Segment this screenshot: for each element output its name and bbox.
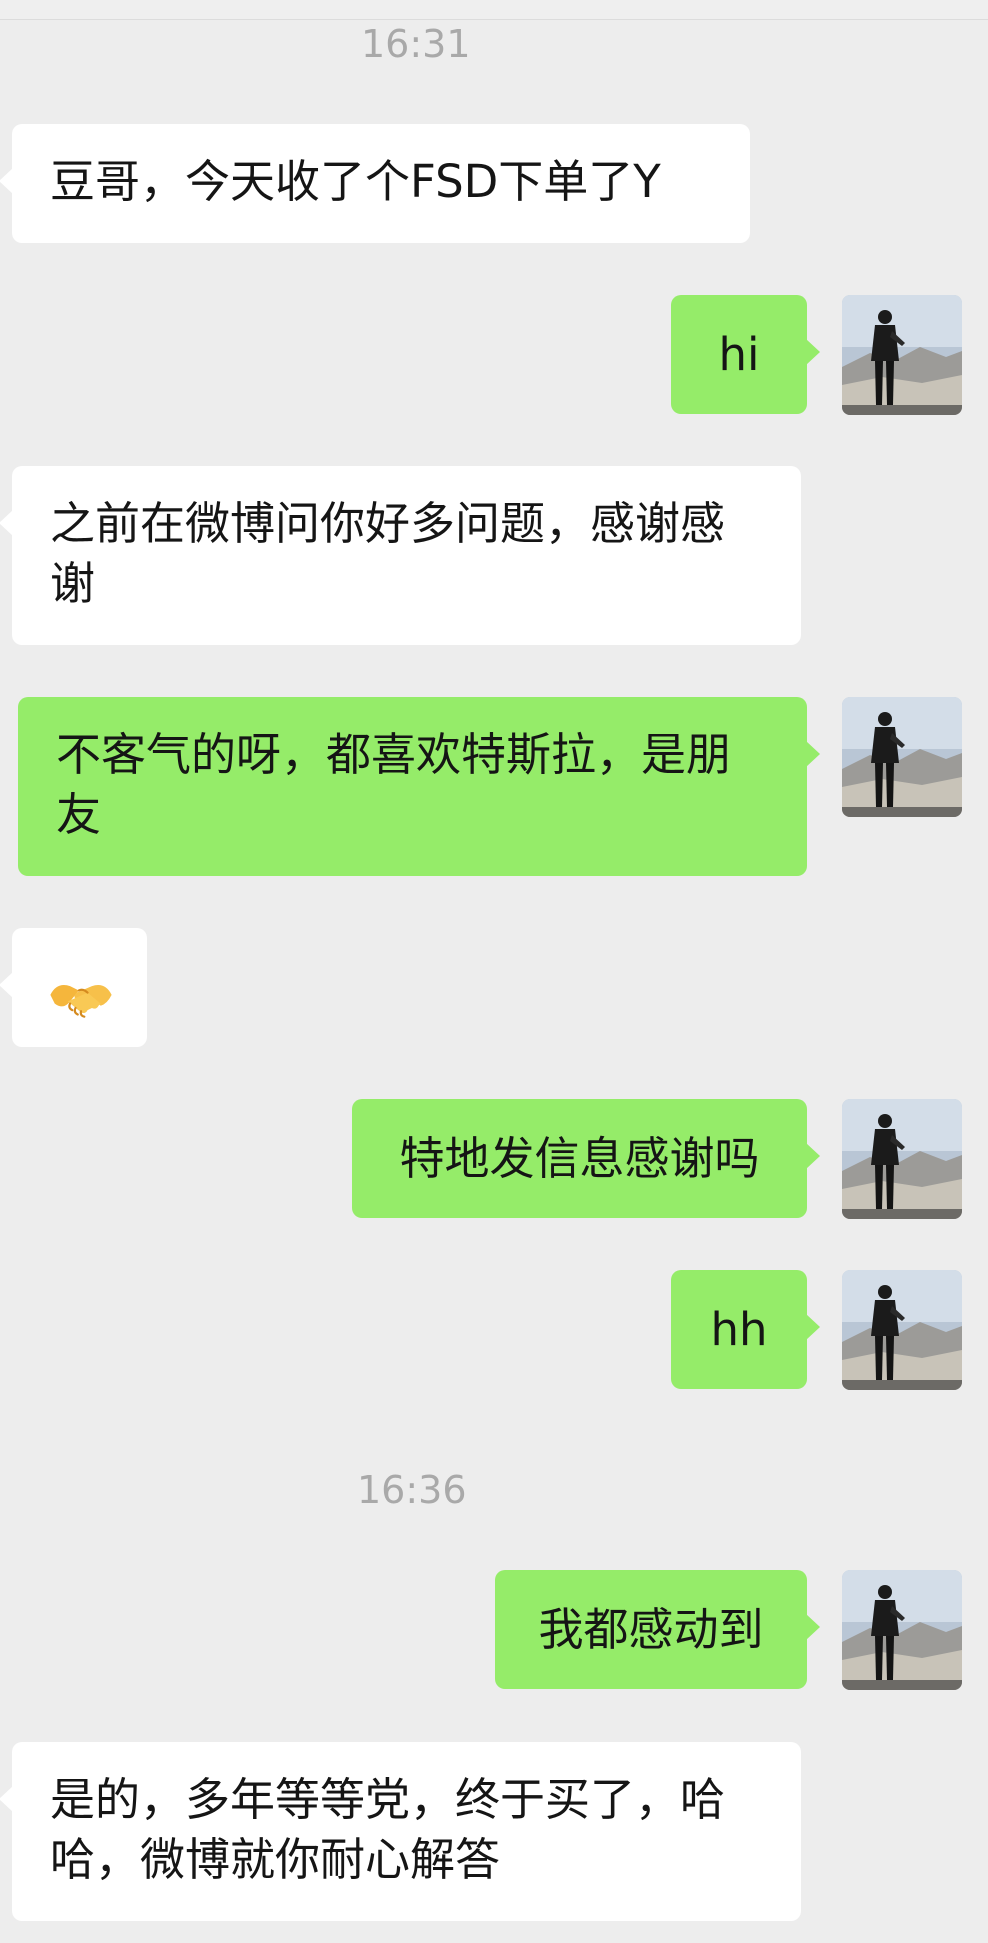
message-bubble-outgoing[interactable]: 我都感动到 (495, 1570, 820, 1689)
message-bubble-outgoing[interactable]: hh (671, 1270, 820, 1389)
timestamp: 16:31 (361, 22, 471, 66)
user-avatar-photo-icon (842, 1570, 962, 1690)
user-avatar[interactable] (842, 1099, 962, 1219)
handshake-emoji-icon (50, 984, 112, 1018)
user-avatar[interactable] (842, 1570, 962, 1690)
message-bubble-incoming[interactable]: 豆哥，今天收了个FSD下单了Y (0, 124, 750, 243)
message-bubble-outgoing[interactable]: 特地发信息感谢吗 (352, 1099, 820, 1218)
user-avatar-photo-icon (842, 1270, 962, 1390)
user-avatar-photo-icon (842, 1099, 962, 1219)
message-text: 之前在微博问你好多问题，感谢感谢 (50, 497, 726, 610)
user-avatar[interactable] (842, 697, 962, 817)
user-avatar-photo-icon (842, 295, 962, 415)
user-avatar[interactable] (842, 295, 962, 415)
message-text: hh (710, 1302, 768, 1356)
user-avatar-photo-icon (842, 697, 962, 817)
message-bubble-incoming[interactable]: 是的，多年等等党，终于买了，哈哈，微博就你耐心解答 (0, 1742, 801, 1921)
message-bubble-outgoing[interactable]: 不客气的呀，都喜欢特斯拉，是朋友 (18, 697, 820, 876)
user-avatar[interactable] (842, 1270, 962, 1390)
message-text: 不客气的呀，都喜欢特斯拉，是朋友 (56, 728, 732, 841)
message-bubble-incoming[interactable] (0, 928, 147, 1047)
message-bubble-outgoing[interactable]: hi (671, 295, 820, 414)
timestamp: 16:36 (357, 1468, 467, 1512)
message-bubble-incoming[interactable]: 之前在微博问你好多问题，感谢感谢 (0, 466, 801, 645)
message-text: 特地发信息感谢吗 (399, 1131, 760, 1185)
chat-top-divider (0, 0, 988, 20)
message-text: hi (718, 327, 760, 381)
message-text: 是的，多年等等党，终于买了，哈哈，微博就你耐心解答 (50, 1773, 726, 1886)
message-text: 豆哥，今天收了个FSD下单了Y (50, 155, 661, 208)
message-text: 我都感动到 (538, 1602, 764, 1656)
